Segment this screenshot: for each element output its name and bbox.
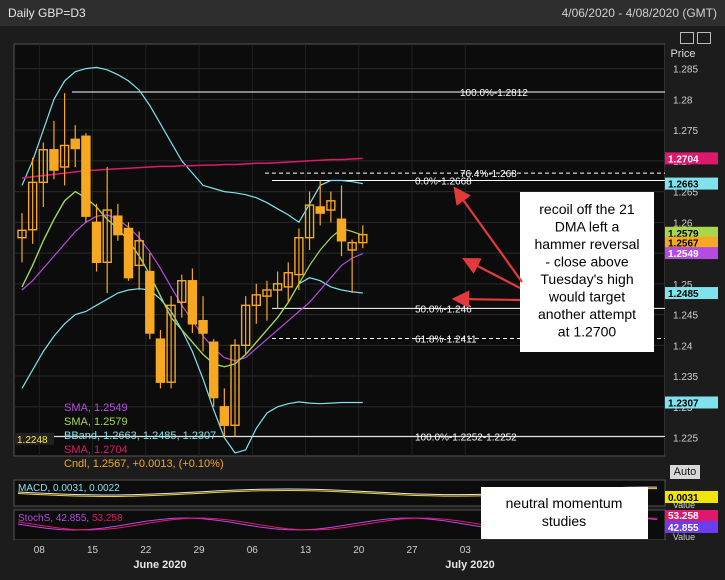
price-badge: 1.2549 <box>665 247 718 260</box>
candle-body <box>123 227 134 279</box>
left-badge-text: 1.2248 <box>17 435 48 446</box>
legend-entry: BBand, 1.2663, 1.2485, 1.2307 <box>64 430 216 442</box>
x-tick-label: 03 <box>460 545 472 556</box>
price-badge-text: 1.2704 <box>668 154 699 165</box>
stoch-value-label: Value <box>673 532 695 542</box>
price-badge: 1.2485 <box>665 287 718 300</box>
annotation-text: at 1.2700 <box>558 324 617 340</box>
annotation-arrow <box>451 290 521 309</box>
fib-label: 100.0%-1.2252-1.2252 <box>415 432 517 443</box>
y-tick-label: 1.28 <box>673 95 693 106</box>
fib-label: 50.0%-1.246 <box>415 304 472 315</box>
annotation-text: - close above <box>545 254 628 270</box>
y-tick-label: 1.285 <box>673 65 698 76</box>
annotation-text: another attempt <box>538 306 636 322</box>
legend-entry: SMA, 1.2704 <box>64 444 128 456</box>
candle-body <box>113 215 123 236</box>
annotation-text: recoil off the 21 <box>539 201 635 217</box>
candle-body <box>208 341 219 399</box>
annotation-text: hammer reversal <box>534 236 639 252</box>
legend-entry: SMA, 1.2549 <box>64 402 128 414</box>
annotation-text: Tuesday's high <box>540 271 633 287</box>
candle-body <box>155 338 166 383</box>
y-tick-label: 1.225 <box>673 434 698 445</box>
x-tick-label: 20 <box>353 545 365 556</box>
annotation-text: would target <box>548 289 625 305</box>
candle-body <box>81 135 91 217</box>
price-badge-text: 1.2485 <box>668 289 699 300</box>
candle-body <box>219 406 230 426</box>
fib-label: 100.0%-1.2812 <box>460 88 528 99</box>
price-badge: 1.2704 <box>665 152 718 165</box>
legend-entry: SMA, 1.2579 <box>64 416 128 428</box>
stoch-v2: 53.258 <box>92 513 123 524</box>
price-badge: 1.2307 <box>665 396 718 410</box>
x-tick-label: 29 <box>193 545 205 556</box>
candle-body <box>70 138 80 150</box>
price-badge-text: 1.2549 <box>668 249 699 260</box>
x-tick-label: 22 <box>140 545 152 556</box>
month-label: June 2020 <box>133 559 186 571</box>
price-badge-text: 1.2663 <box>668 180 699 191</box>
stoch-label: StochS, 42.855, 53.258 <box>18 513 123 524</box>
price-badge-text: 1.2307 <box>668 399 699 410</box>
candle-body <box>336 218 347 242</box>
fib-label: 0.0%-1.2668 <box>415 177 472 188</box>
price-axis-title: Price <box>670 48 695 60</box>
y-tick-label: 1.235 <box>673 372 698 383</box>
candle-body <box>187 280 198 325</box>
x-tick-label: 13 <box>300 545 312 556</box>
macd-value-label: Value <box>673 500 695 510</box>
x-tick-label: 08 <box>34 545 46 556</box>
x-tick-label: 06 <box>247 545 259 556</box>
y-tick-label: 1.275 <box>673 126 698 137</box>
month-label: July 2020 <box>445 559 495 571</box>
y-tick-label: 1.24 <box>673 341 693 352</box>
stoch-badge1-text: 53.258 <box>668 511 699 522</box>
auto-scale-button[interactable]: Auto <box>670 465 700 479</box>
x-tick-label: 27 <box>406 545 418 556</box>
x-axis <box>14 540 665 558</box>
y-tick-label: 1.245 <box>673 311 698 322</box>
stoch-v1: 42.855, <box>56 513 92 524</box>
momentum-note-text: neutral momentum <box>506 495 623 511</box>
candle-body <box>198 320 208 334</box>
momentum-note-text: studies <box>542 513 586 529</box>
fib-label: 61.8%-1.2411 <box>415 335 477 346</box>
price-chart: Price1.2851.281.2751.271.2651.261.2551.2… <box>13 43 719 571</box>
annotation-text: DMA left a <box>555 219 620 235</box>
candle-body <box>49 149 59 171</box>
candle-body <box>91 221 102 263</box>
legend-entry: Cndl, 1.2567, +0.0013, (+0.10%) <box>64 458 224 470</box>
x-tick-label: 15 <box>87 545 99 556</box>
price-badge: 1.2663 <box>665 177 718 191</box>
candle-body <box>315 206 325 214</box>
candle-body <box>145 270 155 334</box>
